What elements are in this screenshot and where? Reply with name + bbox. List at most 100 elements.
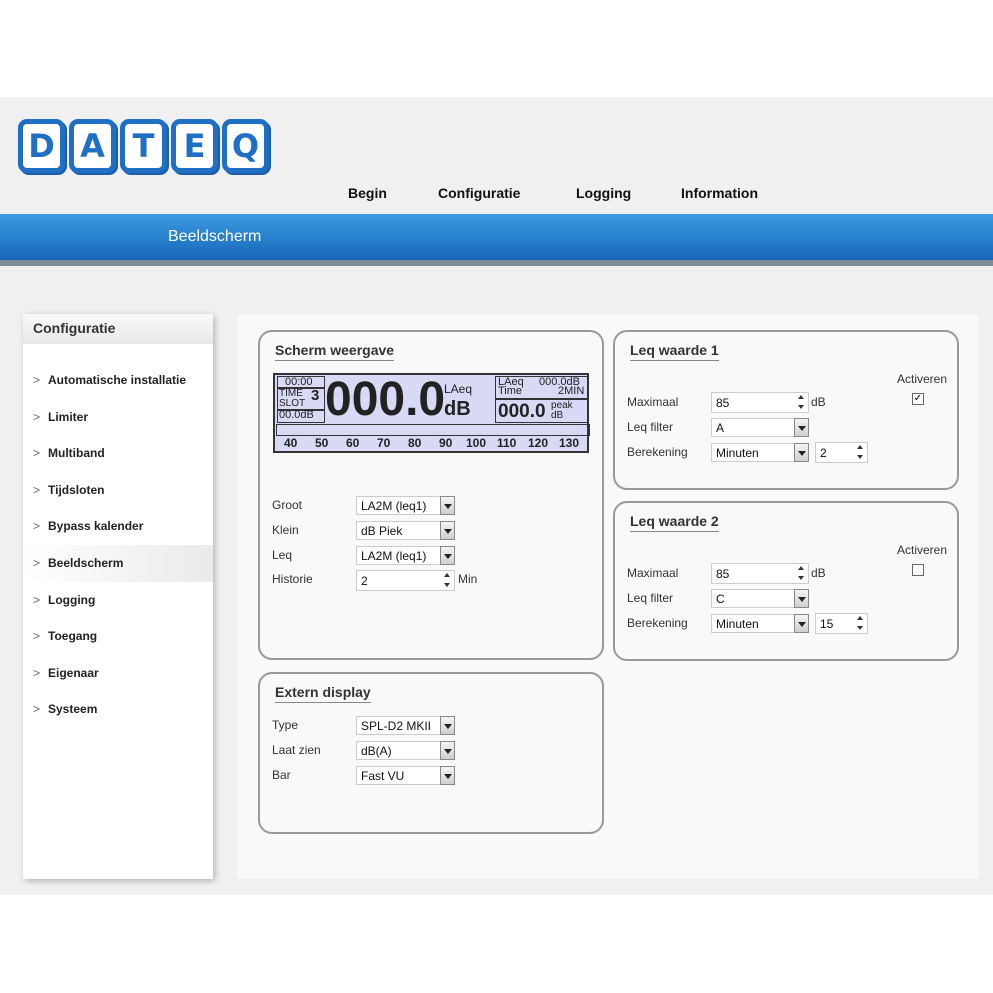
- laat-zien-select[interactable]: dB(A): [356, 741, 455, 760]
- sidebar-item-tijdsloten[interactable]: > Tijdsloten: [23, 472, 213, 509]
- groot-value: LA2M (leq1): [361, 499, 427, 513]
- lcd-slot-label: SLOT: [279, 398, 306, 409]
- lcd-scale-50: 50: [315, 436, 329, 450]
- chevron-down-icon[interactable]: [440, 716, 455, 735]
- sidebar-item-systeem[interactable]: > Systeem: [23, 691, 213, 728]
- berekening-select[interactable]: Minuten: [711, 614, 809, 633]
- berekening-value: Minuten: [716, 617, 759, 631]
- sidebar-item-bypass-kalender[interactable]: > Bypass kalender: [23, 508, 213, 545]
- groot-select[interactable]: LA2M (leq1): [356, 496, 455, 515]
- chevron-down-icon[interactable]: [440, 546, 455, 565]
- chevron-down-icon[interactable]: [794, 418, 809, 437]
- berekening-stepper-value: 2: [820, 446, 827, 460]
- historie-value: 2: [361, 574, 368, 588]
- chevron-down-icon[interactable]: [440, 741, 455, 760]
- leq-filter-select[interactable]: A: [711, 418, 809, 437]
- maximaal-value: 85: [716, 567, 730, 581]
- chevron-down-icon[interactable]: [794, 443, 809, 462]
- bar-select[interactable]: Fast VU: [356, 766, 455, 785]
- nav-begin[interactable]: Begin: [348, 185, 387, 201]
- bar-value: Fast VU: [361, 769, 405, 783]
- sidebar-item-logging[interactable]: > Logging: [23, 582, 213, 619]
- lcd-preview: 00:00 TIME SLOT 3 00.0dB 000.0 LAeq dB L…: [273, 373, 590, 453]
- historie-label: Historie: [272, 572, 313, 586]
- chevron-down-icon[interactable]: [794, 589, 809, 608]
- sidebar-item-multiband[interactable]: > Multiband: [23, 435, 213, 472]
- logo-letter-t: T: [120, 119, 167, 173]
- arrow-down-icon[interactable]: [795, 403, 808, 412]
- chevron-right-icon: >: [33, 519, 41, 534]
- chevron-down-icon[interactable]: [440, 521, 455, 540]
- leq-select[interactable]: LA2M (leq1): [356, 546, 455, 565]
- sidebar-header: Configuratie: [23, 314, 213, 344]
- lcd-big-value: 000.0: [325, 373, 446, 426]
- logo-letter-a: A: [69, 119, 116, 173]
- main-content: Scherm weergave 00:00 TIME SLOT 3 00.0dB…: [238, 314, 978, 879]
- extern-display-panel: Extern display Type SPL-D2 MKII Laat zie…: [258, 672, 604, 834]
- lcd-big-top: LAeq: [444, 382, 473, 396]
- chevron-right-icon: >: [33, 409, 41, 424]
- chevron-right-icon: >: [33, 555, 41, 570]
- maximaal-stepper[interactable]: 85: [711, 392, 809, 413]
- nav-information[interactable]: Information: [681, 185, 758, 201]
- chevron-down-icon[interactable]: [440, 766, 455, 785]
- sidebar-item-automatische-installatie[interactable]: > Automatische installatie: [23, 362, 213, 399]
- sidebar-item-label: Eigenaar: [48, 665, 99, 680]
- historie-stepper[interactable]: 2: [356, 570, 455, 591]
- chevron-down-icon[interactable]: [794, 614, 809, 633]
- berekening-stepper[interactable]: 2: [815, 442, 868, 463]
- sidebar-item-limiter[interactable]: > Limiter: [23, 399, 213, 436]
- arrow-down-icon[interactable]: [854, 453, 867, 462]
- sidebar-item-label: Logging: [48, 592, 96, 607]
- lcd-scale-90: 90: [439, 436, 453, 450]
- sidebar-item-label: Tijdsloten: [48, 482, 105, 497]
- panel-title: Scherm weergave: [275, 342, 395, 361]
- leq-filter-select[interactable]: C: [711, 589, 809, 608]
- sidebar-item-eigenaar[interactable]: > Eigenaar: [23, 655, 213, 692]
- arrow-down-icon[interactable]: [854, 624, 867, 633]
- lcd-r-min: 2MIN: [558, 385, 585, 397]
- scherm-weergave-panel: Scherm weergave 00:00 TIME SLOT 3 00.0dB…: [258, 330, 604, 660]
- type-select[interactable]: SPL-D2 MKII: [356, 716, 455, 735]
- leq-label: Leq: [272, 548, 293, 562]
- nav-configuratie[interactable]: Configuratie: [438, 185, 520, 201]
- arrow-up-icon[interactable]: [854, 443, 867, 452]
- arrow-up-icon[interactable]: [795, 393, 808, 402]
- lcd-big-unit: dB: [444, 398, 471, 420]
- arrow-up-icon[interactable]: [795, 564, 808, 573]
- sidebar-item-beeldscherm[interactable]: > Beeldscherm: [23, 544, 213, 582]
- arrow-down-icon[interactable]: [795, 574, 808, 583]
- maximaal-stepper[interactable]: 85: [711, 563, 809, 584]
- activeren-label: Activeren: [897, 372, 948, 386]
- panel-title: Leq waarde 2: [630, 513, 719, 532]
- klein-label: Klein: [272, 523, 299, 537]
- sidebar-item-label: Automatische installatie: [48, 373, 187, 387]
- chevron-right-icon: >: [33, 446, 41, 461]
- chevron-right-icon: >: [33, 702, 41, 717]
- chevron-down-icon[interactable]: [440, 496, 455, 515]
- activeren-checkbox[interactable]: ✓: [912, 393, 924, 405]
- bar-label: Bar: [272, 768, 291, 782]
- maximaal-unit: dB: [811, 395, 826, 409]
- activeren-checkbox[interactable]: [912, 564, 924, 576]
- page-title: Beeldscherm: [168, 228, 262, 245]
- berekening-select[interactable]: Minuten: [711, 443, 809, 462]
- klein-select[interactable]: dB Piek: [356, 521, 455, 540]
- lcd-scale-60: 60: [346, 436, 360, 450]
- arrow-up-icon[interactable]: [441, 571, 454, 580]
- berekening-stepper[interactable]: 15: [815, 613, 868, 634]
- lcd-r-time: Time: [498, 385, 523, 397]
- sidebar-item-toegang[interactable]: > Toegang: [23, 618, 213, 655]
- nav-logging[interactable]: Logging: [576, 185, 631, 201]
- dateq-logo[interactable]: D A T E Q: [18, 119, 269, 173]
- leq-filter-value: A: [716, 421, 725, 435]
- klein-value: dB Piek: [361, 524, 403, 538]
- chevron-right-icon: >: [33, 592, 41, 607]
- lcd-scale-110: 110: [497, 436, 517, 450]
- lcd-slot: 3: [311, 387, 320, 404]
- sidebar-item-label: Toegang: [48, 629, 98, 644]
- laat-zien-value: dB(A): [361, 744, 392, 758]
- lcd-scale-80: 80: [408, 436, 422, 450]
- arrow-down-icon[interactable]: [441, 581, 454, 590]
- arrow-up-icon[interactable]: [854, 614, 867, 623]
